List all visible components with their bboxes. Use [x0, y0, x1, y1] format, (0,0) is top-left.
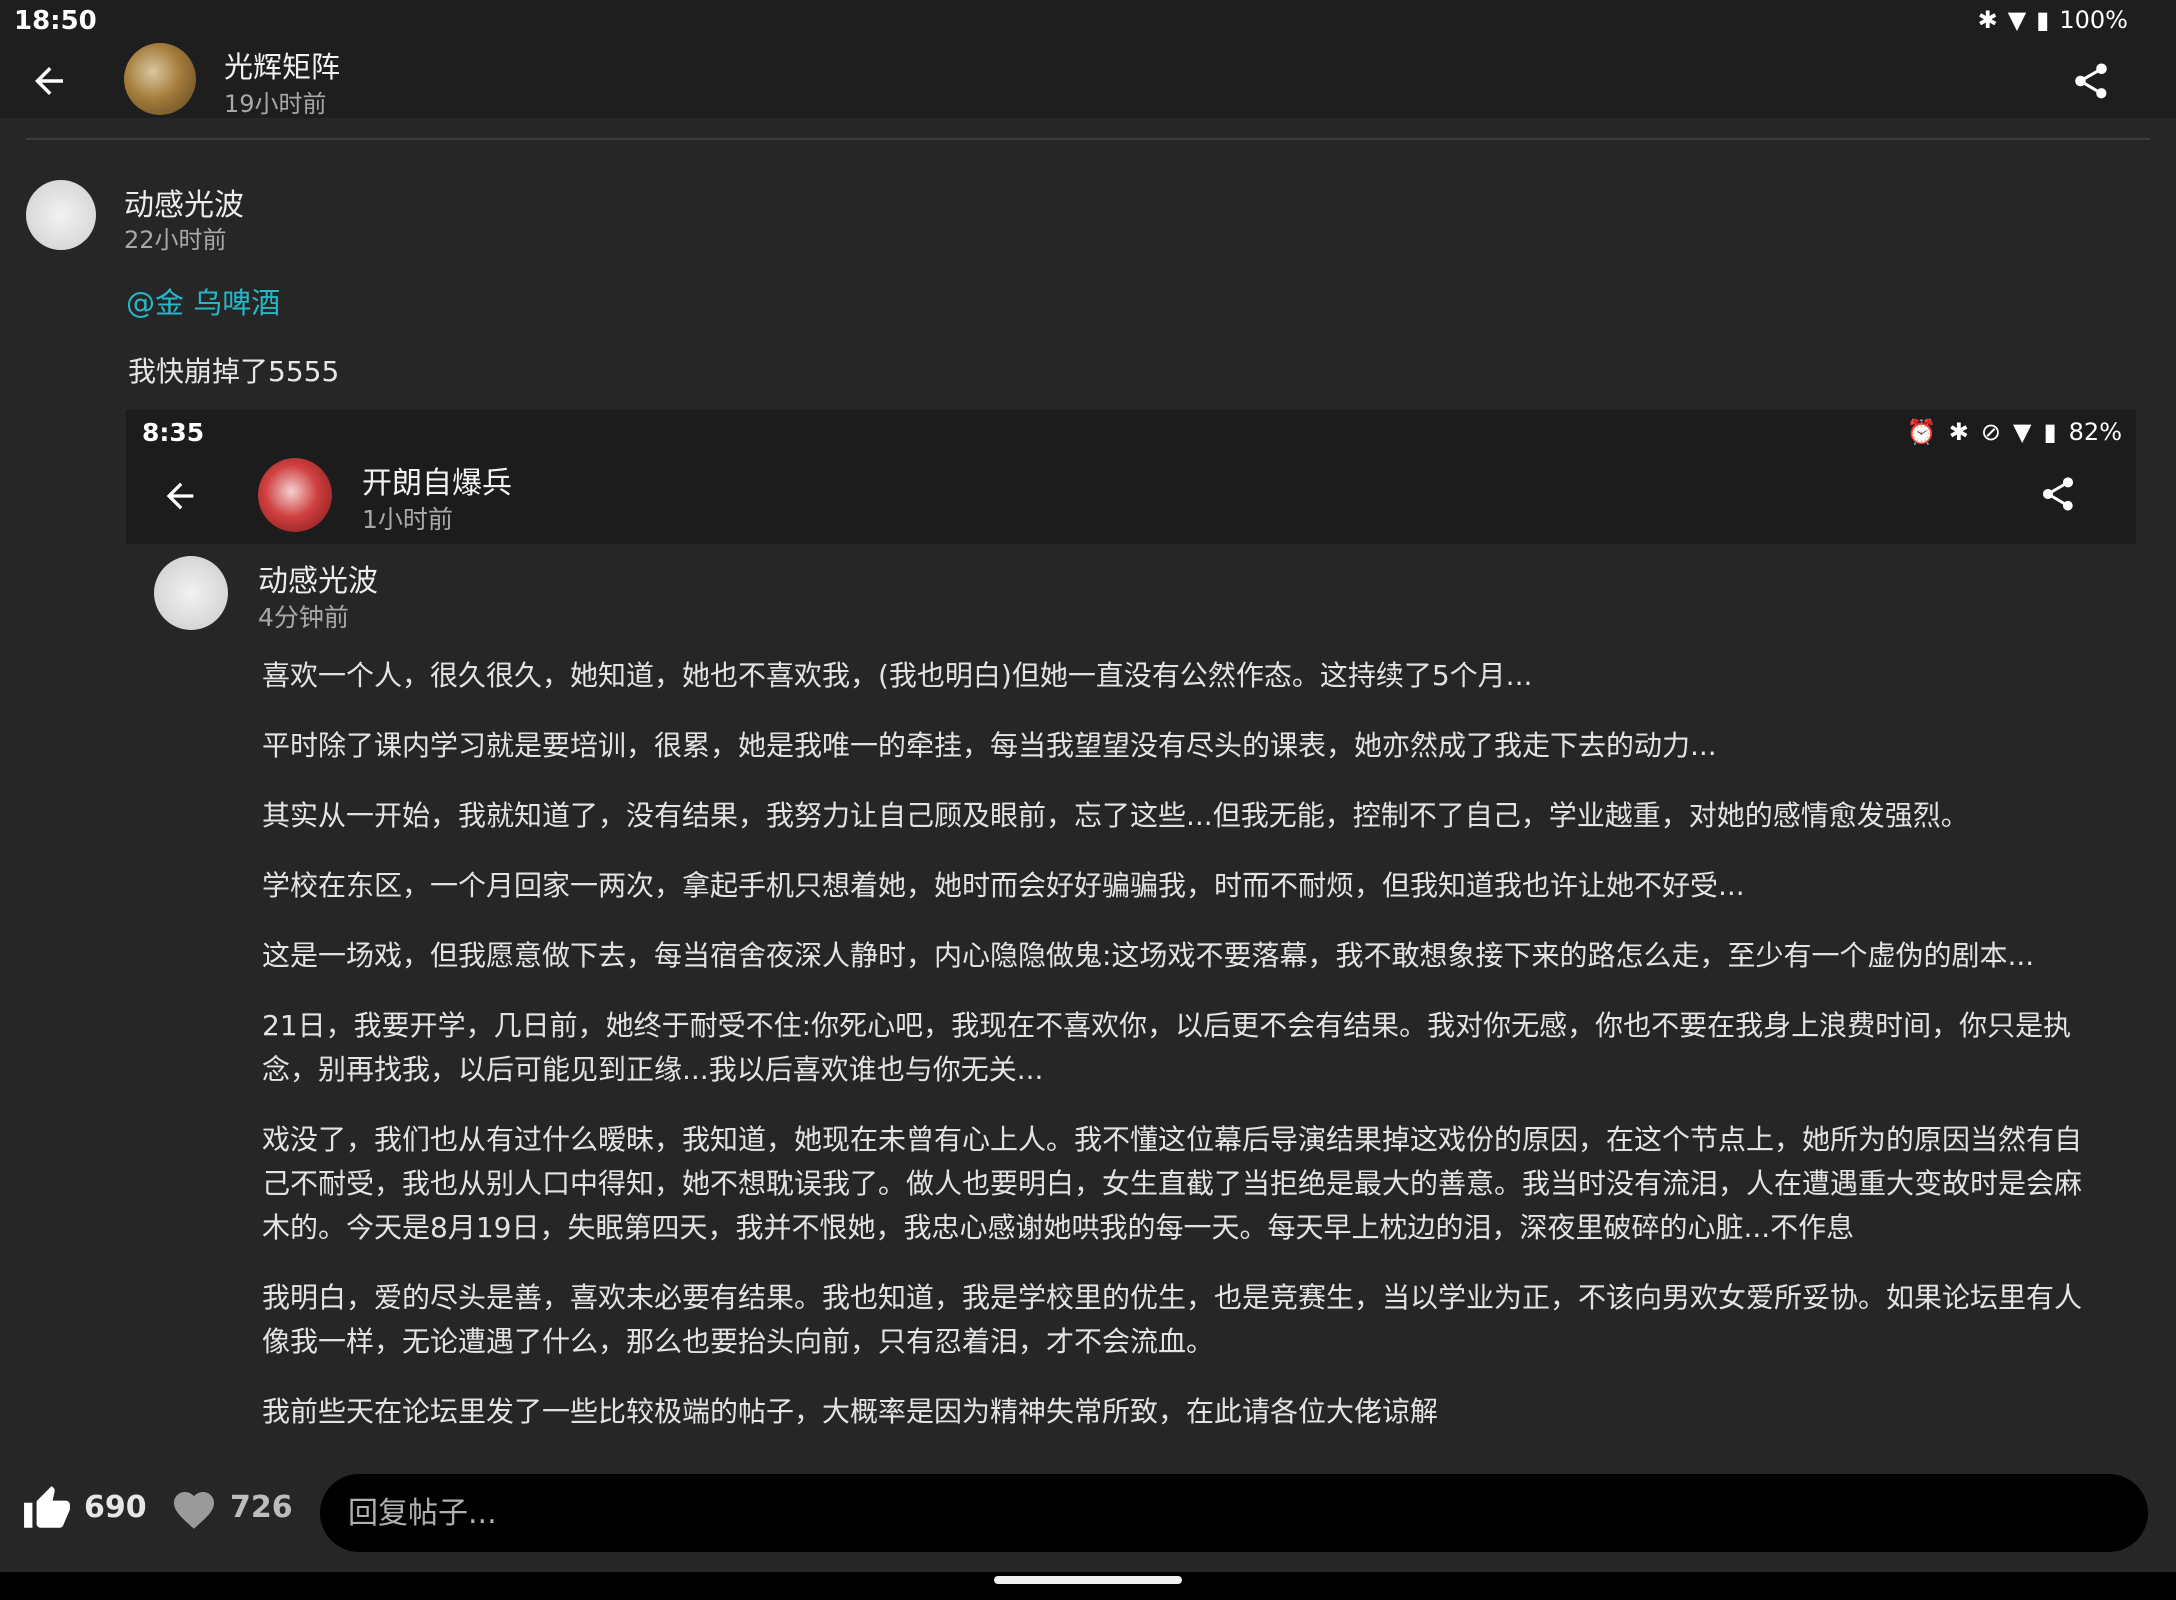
- favorite-count: 726: [230, 1490, 293, 1525]
- avatar[interactable]: [124, 43, 196, 115]
- image-status-bar: [126, 410, 2136, 454]
- status-icons: ✱ ▼ ▮ 100%: [1978, 6, 2128, 34]
- paragraph: 我明白，爱的尽头是善，喜欢未必要有结果。我也知道，我是学校里的优生，也是竞赛生，…: [262, 1281, 2083, 1358]
- post-timestamp: 22小时前: [124, 226, 227, 254]
- post-body-text: 我快崩掉了5555: [128, 355, 340, 388]
- image-status-time: 8:35: [142, 418, 205, 447]
- bell-off-icon: ⊘: [1980, 418, 2001, 446]
- image-battery-level: 82%: [2068, 418, 2122, 446]
- mention-link[interactable]: @金 乌啤酒: [126, 280, 280, 322]
- post-image-screenshot[interactable]: 8:35 ⏰ ✱ ⊘ ▼ ▮ 82% 开朗自爆兵 1小时前 动感光波 4分钟前 …: [126, 410, 2136, 1450]
- image-post-author: 动感光波: [258, 564, 378, 599]
- paragraph: 平时除了课内学习就是要培训，很累，她是我唯一的牵挂，每当我望望没有尽头的课表，她…: [262, 729, 1717, 762]
- back-button[interactable]: [28, 60, 70, 102]
- like-button[interactable]: [22, 1484, 72, 1534]
- header-divider: [26, 138, 2150, 140]
- thumbs-up-icon: [24, 1486, 70, 1528]
- reply-input[interactable]: [320, 1474, 2148, 1552]
- image-status-icons: ⏰ ✱ ⊘ ▼ ▮ 82%: [1907, 418, 2122, 446]
- battery-level: 100%: [2059, 6, 2128, 34]
- bluetooth-icon: ✱: [1948, 418, 1969, 446]
- paragraph: 这是一场戏，但我愿意做下去，每当宿舍夜深人静时，内心隐隐做鬼:这场戏不要落幕，我…: [262, 939, 2035, 972]
- status-bar: [0, 0, 2176, 44]
- bluetooth-icon: ✱: [1977, 6, 1998, 34]
- avatar[interactable]: [26, 180, 96, 250]
- wifi-icon: ▼: [2012, 418, 2032, 446]
- post-author-name[interactable]: 动感光波: [124, 180, 244, 224]
- favorite-button[interactable]: [170, 1486, 218, 1534]
- avatar: [154, 556, 228, 630]
- image-paragraphs: 喜欢一个人，很久很久，她知道，她也不喜欢我，(我也明白)但她一直没有公然作态。这…: [262, 654, 2092, 1460]
- image-post-time: 4分钟前: [258, 603, 349, 632]
- heart-icon: [174, 1492, 214, 1529]
- paragraph: 我前些天在论坛里发了一些比较极端的帖子，大概率是因为精神失常所致，在此请各位大佬…: [262, 1395, 1439, 1428]
- battery-icon: ▮: [2036, 6, 2050, 34]
- paragraph: 其实从一开始，我就知道了，没有结果，我努力让自己顾及眼前，忘了这些...但我无能…: [262, 799, 1969, 832]
- wifi-icon: ▼: [2007, 6, 2027, 34]
- image-back-arrow: [160, 476, 200, 516]
- paragraph: 学校在东区，一个月回家一两次，拿起手机只想着她，她时而会好好骗骗我，时而不耐烦，…: [262, 869, 1745, 902]
- paragraph: 戏没了，我们也从有过什么暧昧，我知道，她现在未曾有心上人。我不懂这位幕后导演结果…: [262, 1123, 2083, 1244]
- home-gesture-handle[interactable]: [994, 1576, 1182, 1584]
- image-header-time: 1小时前: [362, 505, 453, 534]
- like-count: 690: [84, 1490, 147, 1525]
- image-share: [2038, 474, 2078, 514]
- share-icon: [2043, 477, 2073, 511]
- paragraph: 喜欢一个人，很久很久，她知道，她也不喜欢我，(我也明白)但她一直没有公然作态。这…: [262, 659, 1533, 692]
- arrow-left-icon: [166, 482, 194, 510]
- header-author-name[interactable]: 光辉矩阵: [224, 44, 340, 86]
- status-time: 18:50: [14, 6, 97, 36]
- avatar: [258, 458, 332, 532]
- paragraph: 21日，我要开学，几日前，她终于耐受不住:你死心吧，我现在不喜欢你，以后更不会有…: [262, 1009, 2072, 1086]
- header-timestamp: 19小时前: [224, 90, 327, 118]
- battery-icon: ▮: [2043, 418, 2057, 446]
- arrow-left-icon: [35, 67, 63, 95]
- share-button[interactable]: [2070, 60, 2112, 102]
- alarm-icon: ⏰: [1906, 418, 1937, 446]
- share-icon: [2075, 63, 2107, 99]
- image-header-author: 开朗自爆兵: [362, 466, 512, 501]
